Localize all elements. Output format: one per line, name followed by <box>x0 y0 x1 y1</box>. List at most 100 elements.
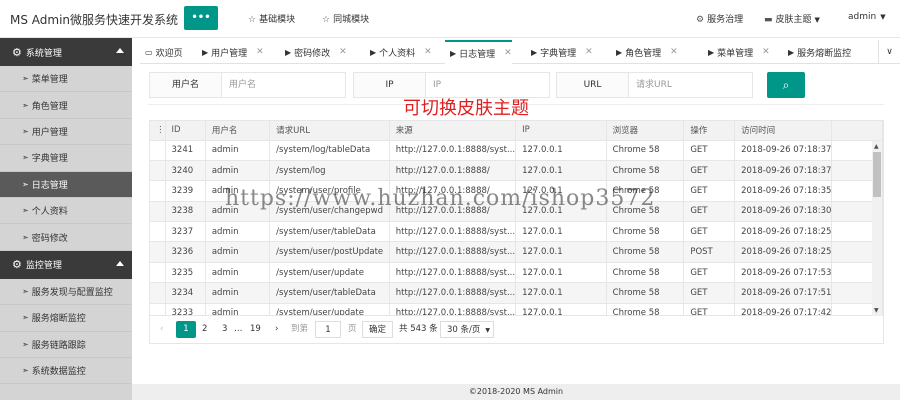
sidebar-item-password[interactable]: ➣ 密码修改 <box>0 224 132 251</box>
page-size-select[interactable]: 30 条/页 ▼ <box>440 321 494 338</box>
search-icon: ⌕ <box>782 78 790 92</box>
prev-page-button[interactable]: ‹ <box>160 321 163 338</box>
scrollbar-thumb[interactable] <box>873 152 881 197</box>
arrow-icon: ➣ <box>22 313 29 323</box>
tab-user[interactable]: ▶ 用户管理 ✕ <box>197 40 264 64</box>
table-cell: Chrome 58 <box>606 140 685 161</box>
tab-profile[interactable]: ▶ 个人资料 ✕ <box>365 40 432 64</box>
sidebar-item-discovery[interactable]: ➣ 服务发现与配置监控 <box>0 279 132 306</box>
page-1-button[interactable]: 1 <box>176 321 196 338</box>
column-header[interactable]: ID <box>165 121 206 141</box>
sidebar-item-profile[interactable]: ➣ 个人资料 <box>0 198 132 225</box>
table-row[interactable]: 3235 admin/system/user/update http://127.0… <box>150 262 883 284</box>
caret-down-icon: ▼ <box>880 13 886 21</box>
arrow-icon: ➣ <box>22 74 29 84</box>
table-row[interactable]: 3234 admin/system/user/tableData http://12… <box>150 282 883 304</box>
table-row[interactable]: 3237 admin/system/user/tableData http://12… <box>150 221 883 243</box>
column-header[interactable]: 用户名 <box>205 121 271 141</box>
column-header[interactable]: 来源 <box>389 121 517 141</box>
table-cell: 2018-09-26 07:18:25 <box>734 221 833 243</box>
tab-dict[interactable]: ▶ 字典管理 ✕ <box>526 40 593 64</box>
tab-welcome[interactable]: ▭ 欢迎页 <box>140 40 183 64</box>
table-cell: 3239 <box>165 180 206 202</box>
table-cell: admin <box>205 282 271 304</box>
arrow-icon: ➣ <box>22 100 29 110</box>
column-header[interactable]: 请求URL <box>269 121 390 141</box>
table-row[interactable]: 3236 admin/system/user/postUpdate http://1… <box>150 241 883 263</box>
column-header[interactable]: 浏览器 <box>606 121 685 141</box>
service-governance-link[interactable]: ⚙ 服务治理 <box>696 12 743 25</box>
gear-icon: ⚙ <box>12 45 22 59</box>
row-handle <box>150 140 166 161</box>
sidebar-item-hystrix[interactable]: ➣ 服务熔断监控 <box>0 305 132 332</box>
column-header[interactable]: 操作 <box>683 121 736 141</box>
close-icon[interactable]: ✕ <box>339 47 347 57</box>
page-3-button[interactable]: 3 <box>222 321 227 338</box>
tab-icon: ▶ <box>202 47 209 57</box>
tab-menu[interactable]: ▶ 菜单管理 ✕ <box>703 40 770 64</box>
table-cell: http://127.0.0.1:8888/syst... <box>389 262 517 284</box>
sidebar-item-user[interactable]: ➣ 用户管理 <box>0 119 132 146</box>
sidebar-item-role[interactable]: ➣ 角色管理 <box>0 92 132 119</box>
table-cell: Chrome 58 <box>606 160 685 182</box>
goto-confirm-button[interactable]: 确定 <box>362 321 394 338</box>
username-input[interactable]: 用户名 <box>222 73 345 97</box>
sidebar-item-menu[interactable]: ➣ 菜单管理 <box>0 66 132 93</box>
search-button[interactable]: ⌕ <box>767 72 805 98</box>
table-cell: GET <box>683 180 736 202</box>
close-icon[interactable]: ✕ <box>762 47 770 57</box>
url-input[interactable]: 请求URL <box>629 73 752 97</box>
tab-icon: ▶ <box>531 47 538 57</box>
column-header[interactable]: IP <box>515 121 607 141</box>
tab-log[interactable]: ▶ 日志管理 ✕ <box>445 40 512 64</box>
close-icon[interactable]: ✕ <box>585 47 593 57</box>
table-cell: 127.0.0.1 <box>515 303 607 315</box>
tabs-more-button[interactable]: ∨ <box>878 40 900 64</box>
caret-down-icon: ▼ <box>814 16 820 24</box>
page-2-button[interactable]: 2 <box>202 321 207 338</box>
page-19-button[interactable]: 19 <box>250 321 261 338</box>
table-cell: 3234 <box>165 282 206 304</box>
table-cell: 127.0.0.1 <box>515 241 607 263</box>
table-cell: POST <box>683 241 736 263</box>
scroll-up-icon[interactable]: ▲ <box>874 143 879 150</box>
tab-hystrix[interactable]: ▶ 服务熔断监控 <box>783 40 851 64</box>
table-cell: /system/log/tableData <box>269 140 390 161</box>
next-page-button[interactable]: › <box>275 321 278 338</box>
table-cell: Chrome 58 <box>606 262 685 284</box>
table-cell: 3237 <box>165 221 206 243</box>
table-cell: 2018-09-26 07:18:35 <box>734 180 833 202</box>
table-row[interactable]: 3240 admin/system/log http://127.0.0.1:888… <box>150 160 883 182</box>
skin-theme-note: 可切换皮肤主题 <box>403 98 529 119</box>
star-icon: ☆ <box>248 15 257 25</box>
sidebar-group-system[interactable]: ⚙ 系统管理 <box>0 38 132 66</box>
close-icon[interactable]: ✕ <box>256 47 264 57</box>
skin-theme-dropdown[interactable]: ▬ 皮肤主题 ▼ <box>764 12 820 25</box>
page-unit-label: 页 <box>348 324 357 334</box>
tab-password[interactable]: ▶ 密码修改 ✕ <box>280 40 347 64</box>
sidebar-item-dict[interactable]: ➣ 字典管理 <box>0 145 132 172</box>
arrow-icon: ➣ <box>22 206 29 216</box>
table-cell: Chrome 58 <box>606 241 685 263</box>
topnav-item-city[interactable]: ☆ 同城模块 <box>322 12 369 25</box>
user-menu-dropdown[interactable]: admin ▼ <box>848 12 886 22</box>
close-icon[interactable]: ✕ <box>670 47 678 57</box>
scroll-down-icon[interactable]: ▼ <box>874 307 879 314</box>
topnav-item-basic[interactable]: ☆ 基础模块 <box>248 12 295 25</box>
tab-icon: ▶ <box>450 48 457 58</box>
goto-page-input[interactable]: 1 <box>315 321 341 338</box>
sidebar-item-log[interactable]: ➣ 日志管理 <box>0 171 132 198</box>
table-row[interactable]: 3241 admin/system/log/tableData http://127… <box>150 140 883 161</box>
close-icon[interactable]: ✕ <box>424 47 432 57</box>
close-icon[interactable]: ✕ <box>504 48 512 58</box>
tab-role[interactable]: ▶ 角色管理 ✕ <box>611 40 678 64</box>
sidebar-item-data-monitor[interactable]: ➣ 系统数据监控 <box>0 358 132 385</box>
gear-icon: ⚙ <box>12 258 22 272</box>
table-cell: /system/log <box>269 160 390 182</box>
sidebar-group-monitor[interactable]: ⚙ 监控管理 <box>0 250 132 279</box>
table-row[interactable]: 3233 admin/system/user/update http://127.0… <box>150 303 883 315</box>
column-header[interactable]: 访问时间 <box>734 121 833 141</box>
menu-toggle-button[interactable]: ••• <box>184 6 218 30</box>
sidebar-item-trace[interactable]: ➣ 服务链路跟踪 <box>0 332 132 358</box>
username-filter: 用户名 用户名 <box>149 72 346 98</box>
